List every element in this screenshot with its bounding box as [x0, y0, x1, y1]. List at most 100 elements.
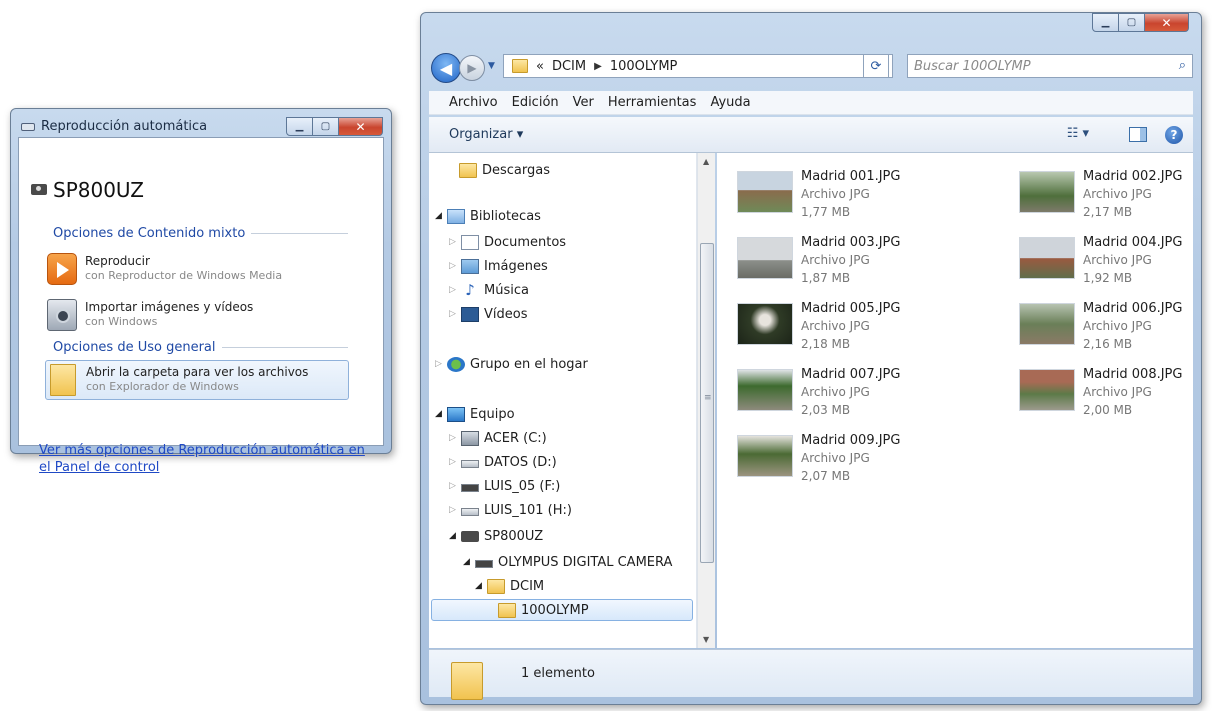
details-pane: 1 elemento — [429, 649, 1193, 700]
organize-button[interactable]: Organizar ▾ — [449, 127, 523, 142]
tree-item-descargas[interactable]: Descargas — [447, 159, 550, 181]
file-item[interactable]: Madrid 006.JPG Archivo JPG 2,16 MB — [1019, 301, 1212, 357]
expand-arrow-icon[interactable]: ◢ — [435, 409, 447, 419]
import-option[interactable]: Importar imágenes y vídeos con Windows — [45, 296, 349, 336]
maximize-button[interactable]: ▢ — [1119, 13, 1145, 32]
tree-item-documentos[interactable]: ▷ Documentos — [449, 231, 566, 253]
help-icon[interactable]: ? — [1165, 126, 1183, 144]
refresh-button[interactable]: ⟳ — [863, 54, 889, 78]
address-bar[interactable]: « DCIM ▶ 100OLYMP ▼ — [503, 54, 893, 78]
file-size: 2,03 MB — [801, 403, 851, 417]
file-size: 2,07 MB — [801, 469, 851, 483]
tree-label: SP800UZ — [484, 528, 544, 544]
folder-icon — [512, 59, 528, 73]
file-item[interactable]: Madrid 003.JPG Archivo JPG 1,87 MB — [737, 235, 937, 291]
more-options-link[interactable]: Ver más opciones de Reproducción automát… — [39, 442, 373, 476]
autoplay-body: SP800UZ Opciones de Contenido mixto Repr… — [18, 137, 384, 475]
search-icon[interactable]: ⌕ — [1179, 58, 1186, 73]
file-item[interactable]: Madrid 007.JPG Archivo JPG 2,03 MB — [737, 367, 937, 423]
tree-item-homegroup[interactable]: ▷ Grupo en el hogar — [435, 353, 588, 375]
tree-item-datos[interactable]: ▷ DATOS (D:) — [449, 451, 557, 473]
expand-arrow-icon[interactable]: ▷ — [449, 457, 461, 467]
media-player-icon — [47, 253, 77, 285]
tree-item-luis05[interactable]: ▷ LUIS_05 (F:) — [449, 475, 560, 497]
scroll-down-icon[interactable]: ▼ — [703, 635, 709, 644]
section-general-label: Opciones de Uso general — [53, 340, 216, 355]
menu-herramientas[interactable]: Herramientas — [608, 95, 697, 110]
navigation-pane: Descargas ◢ Bibliotecas ▷ Documentos ▷ Imág… — [429, 153, 697, 648]
file-item[interactable]: Madrid 009.JPG Archivo JPG 2,07 MB — [737, 433, 937, 489]
breadcrumb-100olymp[interactable]: 100OLYMP — [610, 59, 678, 74]
scroll-thumb[interactable] — [700, 243, 714, 563]
file-item[interactable]: Madrid 008.JPG Archivo JPG 2,00 MB — [1019, 367, 1212, 423]
menu-edicion[interactable]: Edición — [512, 95, 559, 110]
open-folder-title: Abrir la carpeta para ver los archivos — [86, 365, 309, 379]
tree-scrollbar[interactable]: ▲ ≡ ▼ — [697, 153, 715, 648]
device-name: SP800UZ — [53, 178, 144, 202]
tree-item-dcim[interactable]: ◢ DCIM — [475, 575, 544, 597]
expand-arrow-icon[interactable]: ◢ — [475, 581, 487, 591]
expand-arrow-icon[interactable]: ▷ — [449, 237, 461, 247]
photo-thumbnail — [1019, 237, 1075, 279]
tree-item-sp800uz[interactable]: ◢ SP800UZ — [449, 525, 543, 547]
tree-label: LUIS_101 (H:) — [484, 502, 572, 518]
expand-arrow-icon[interactable]: ▷ — [449, 481, 461, 491]
tree-item-luis101[interactable]: ▷ LUIS_101 (H:) — [449, 499, 572, 521]
tree-item-videos[interactable]: ▷ Vídeos — [449, 303, 527, 325]
file-type: Archivo JPG — [801, 319, 870, 333]
pictures-icon — [461, 258, 479, 274]
expand-arrow-icon[interactable]: ▷ — [435, 359, 447, 369]
breadcrumb-arrow-icon[interactable]: ▶ — [594, 61, 602, 72]
expand-arrow-icon[interactable]: ◢ — [435, 211, 447, 221]
maximize-button[interactable]: ▢ — [313, 117, 339, 136]
tree-item-musica[interactable]: ▷ ♪ Música — [449, 279, 529, 301]
file-item[interactable]: Madrid 004.JPG Archivo JPG 1,92 MB — [1019, 235, 1212, 291]
file-type: Archivo JPG — [801, 385, 870, 399]
menu-ver[interactable]: Ver — [573, 95, 594, 110]
file-item[interactable]: Madrid 005.JPG Archivo JPG 2,18 MB — [737, 301, 937, 357]
tree-item-100olymp[interactable]: 100OLYMP — [431, 599, 693, 621]
breadcrumb-dcim[interactable]: DCIM — [552, 59, 586, 74]
file-size: 2,17 MB — [1083, 205, 1133, 219]
minimize-button[interactable]: ▁ — [1092, 13, 1119, 32]
play-option[interactable]: Reproducir con Reproductor de Windows Me… — [45, 250, 349, 290]
preview-pane-icon[interactable] — [1129, 127, 1147, 142]
forward-button[interactable]: ▶ — [459, 55, 485, 81]
menu-archivo[interactable]: Archivo — [449, 95, 498, 110]
tree-label: Imágenes — [484, 258, 548, 274]
tree-item-bibliotecas[interactable]: ◢ Bibliotecas — [435, 205, 541, 227]
tree-item-olympus[interactable]: ◢ OLYMPUS DIGITAL CAMERA — [463, 551, 672, 573]
expand-arrow-icon[interactable]: ▷ — [449, 433, 461, 443]
tree-label: Equipo — [470, 406, 515, 422]
scroll-up-icon[interactable]: ▲ — [703, 157, 709, 166]
open-folder-option[interactable]: Abrir la carpeta para ver los archivos c… — [45, 360, 349, 400]
expand-arrow-icon[interactable]: ▷ — [449, 285, 461, 295]
breadcrumb-overflow[interactable]: « — [536, 59, 544, 74]
expand-arrow-icon[interactable]: ▷ — [449, 505, 461, 515]
close-button[interactable]: ✕ — [339, 117, 383, 136]
change-view-button[interactable]: ☷ ▾ — [1067, 126, 1089, 141]
item-count: 1 elemento — [521, 666, 595, 681]
tree-item-equipo[interactable]: ◢ Equipo — [435, 403, 515, 425]
tree-label: LUIS_05 (F:) — [484, 478, 561, 494]
file-name: Madrid 001.JPG — [801, 169, 901, 184]
back-button[interactable]: ◀ — [431, 53, 461, 83]
file-item[interactable]: Madrid 001.JPG Archivo JPG 1,77 MB — [737, 169, 937, 225]
file-type: Archivo JPG — [801, 451, 870, 465]
expand-arrow-icon[interactable]: ◢ — [449, 531, 461, 541]
history-dropdown-icon[interactable]: ▼ — [488, 61, 495, 71]
scroll-grip-icon: ≡ — [704, 393, 712, 403]
menu-ayuda[interactable]: Ayuda — [710, 95, 750, 110]
tree-item-acer[interactable]: ▷ ACER (C:) — [449, 427, 547, 449]
minimize-button[interactable]: ▁ — [286, 117, 313, 136]
camera-icon — [461, 530, 479, 542]
file-item[interactable]: Madrid 002.JPG Archivo JPG 2,17 MB — [1019, 169, 1212, 225]
file-list: Madrid 001.JPG Archivo JPG 1,77 MB Madri… — [717, 153, 1193, 648]
expand-arrow-icon[interactable]: ◢ — [463, 557, 475, 567]
search-input[interactable]: Buscar 100OLYMP ⌕ — [907, 54, 1193, 78]
expand-arrow-icon[interactable]: ▷ — [449, 261, 461, 271]
file-type: Archivo JPG — [1083, 187, 1152, 201]
close-button[interactable]: ✕ — [1145, 13, 1189, 32]
tree-item-imagenes[interactable]: ▷ Imágenes — [449, 255, 548, 277]
expand-arrow-icon[interactable]: ▷ — [449, 309, 461, 319]
